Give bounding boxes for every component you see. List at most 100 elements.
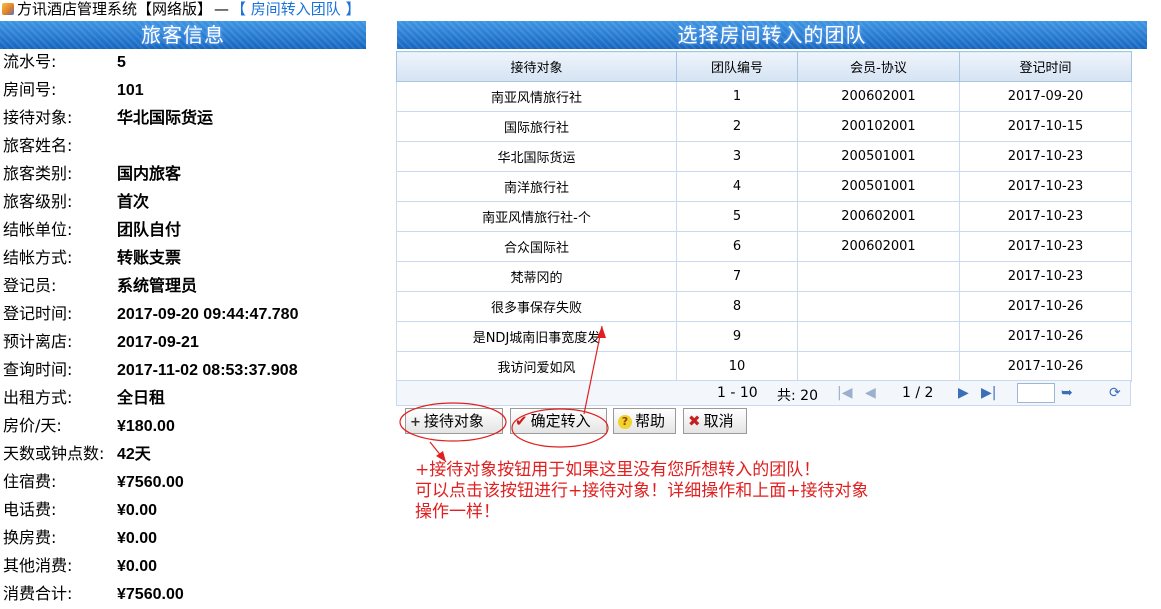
window-title-bar: 方讯酒店管理系统【网络版】 — 【 房间转入团队 】 <box>2 0 361 18</box>
table-row[interactable]: 国际旅行社 2 200102001 2017-10-15 <box>396 111 1132 142</box>
info-label: 旅客级别: <box>3 192 73 211</box>
cell-member: 200102001 <box>797 111 960 142</box>
add-reception-button[interactable]: + 接待对象 <box>405 408 503 434</box>
info-value: ¥0.00 <box>117 530 158 547</box>
cell-team-no: 2 <box>676 111 798 142</box>
info-value: ¥180.00 <box>117 418 175 435</box>
info-value: 全日租 <box>117 390 166 407</box>
info-label: 房间号: <box>3 80 57 99</box>
cell-reception: 很多事保存失败 <box>396 291 677 322</box>
help-label: 帮助 <box>635 412 666 430</box>
column-header-checkin[interactable]: 登记时间 <box>959 51 1132 82</box>
cell-member: 200602001 <box>797 81 960 112</box>
info-value: 华北国际货运 <box>117 110 214 127</box>
info-label: 流水号: <box>3 52 57 71</box>
column-header-member[interactable]: 会员-协议 <box>797 51 960 82</box>
cell-team-no: 10 <box>676 351 798 382</box>
info-row-room: 房间号: 101 <box>3 76 363 104</box>
pagination-bar: 1 - 10 共: 20 |◀ ◀ 1 / 2 ▶ ▶| ➥ ⟳ <box>396 380 1131 406</box>
info-value: 101 <box>117 82 144 99</box>
info-label: 结帐单位: <box>3 220 73 239</box>
table-row[interactable]: 我访问爱如风 10 2017-10-26 <box>396 351 1132 382</box>
first-page-icon[interactable]: |◀ <box>837 385 852 401</box>
cancel-label: 取消 <box>703 412 734 430</box>
confirm-transfer-button[interactable]: ✔ 确定转入 <box>510 408 607 434</box>
info-row-phone-fee: 电话费: ¥0.00 <box>3 496 363 524</box>
cell-reception: 合众国际社 <box>396 231 677 262</box>
cell-team-no: 5 <box>676 201 798 232</box>
info-row-rental-mode: 出租方式: 全日租 <box>3 384 363 412</box>
info-value: 系统管理员 <box>117 278 198 295</box>
go-arrow-icon[interactable]: ➥ <box>1061 385 1073 401</box>
breadcrumb: 【 房间转入团队 】 <box>231 0 361 18</box>
info-label: 登记时间: <box>3 304 73 323</box>
team-table: 接待对象 团队编号 会员-协议 登记时间 南亚风情旅行社 1 200602001 20… <box>396 51 1132 382</box>
info-label: 住宿费: <box>3 472 57 491</box>
cell-team-no: 1 <box>676 81 798 112</box>
info-row-checkin-time: 登记时间: 2017-09-20 09:44:47.780 <box>3 300 363 328</box>
table-row[interactable]: 南洋旅行社 4 200501001 2017-10-23 <box>396 171 1132 202</box>
table-row[interactable]: 南亚风情旅行社-个 5 200602001 2017-10-23 <box>396 201 1132 232</box>
info-row-billing-method: 结帐方式: 转账支票 <box>3 244 363 272</box>
table-row[interactable]: 南亚风情旅行社 1 200602001 2017-09-20 <box>396 81 1132 112</box>
refresh-icon[interactable]: ⟳ <box>1109 385 1121 401</box>
info-row-room-change-fee: 换房费: ¥0.00 <box>3 524 363 552</box>
table-row[interactable]: 很多事保存失败 8 2017-10-26 <box>396 291 1132 322</box>
info-value: 2017-11-02 08:53:37.908 <box>117 362 298 379</box>
table-row[interactable]: 华北国际货运 3 200501001 2017-10-23 <box>396 141 1132 172</box>
help-button[interactable]: ? 帮助 <box>613 408 676 434</box>
info-row-guest-type: 旅客类别: 国内旅客 <box>3 160 363 188</box>
info-label: 查询时间: <box>3 360 73 379</box>
cell-team-no: 7 <box>676 261 798 292</box>
cell-member: 200602001 <box>797 201 960 232</box>
app-logo-icon <box>2 3 14 15</box>
info-row-total: 消费合计: ¥7560.00 <box>3 580 363 608</box>
checkmark-icon: ✔ <box>515 412 528 430</box>
cell-team-no: 3 <box>676 141 798 172</box>
column-header-team-no[interactable]: 团队编号 <box>676 51 798 82</box>
cell-checkin: 2017-10-23 <box>959 201 1132 232</box>
info-label: 房价/天: <box>3 416 62 435</box>
annotation-note: +接待对象按钮用于如果这里没有您所想转入的团队！ 可以点击该按钮进行+接待对象！… <box>415 460 975 523</box>
info-label: 消费合计: <box>3 584 73 603</box>
info-row-clerk: 登记员: 系统管理员 <box>3 272 363 300</box>
title-separator: — <box>214 0 230 18</box>
add-reception-label: 接待对象 <box>423 412 484 430</box>
cell-checkin: 2017-10-23 <box>959 231 1132 262</box>
last-page-icon[interactable]: ▶| <box>981 385 996 401</box>
cell-checkin: 2017-10-23 <box>959 171 1132 202</box>
info-value: 国内旅客 <box>117 166 182 183</box>
info-label: 接待对象: <box>3 108 73 127</box>
prev-page-icon[interactable]: ◀ <box>865 385 876 401</box>
info-row-lodging-fee: 住宿费: ¥7560.00 <box>3 468 363 496</box>
info-row-daily-rate: 房价/天: ¥180.00 <box>3 412 363 440</box>
cell-reception: 我访问爱如风 <box>396 351 677 382</box>
pager-total: 共: 20 <box>777 388 818 404</box>
cancel-button[interactable]: ✖ 取消 <box>683 408 747 434</box>
info-value: 5 <box>117 54 126 71</box>
info-value: ¥0.00 <box>117 558 158 575</box>
table-row[interactable]: 梵蒂冈的 7 2017-10-23 <box>396 261 1132 292</box>
page-number-input[interactable] <box>1017 383 1055 403</box>
close-icon: ✖ <box>688 412 701 430</box>
info-label: 出租方式: <box>3 388 73 407</box>
info-row-query-time: 查询时间: 2017-11-02 08:53:37.908 <box>3 356 363 384</box>
cell-reception: 南洋旅行社 <box>396 171 677 202</box>
table-row[interactable]: 是NDJ城南旧事宽度发 9 2017-10-26 <box>396 321 1132 352</box>
info-value: ¥7560.00 <box>117 474 184 491</box>
cell-member <box>797 291 960 322</box>
info-label: 换房费: <box>3 528 57 547</box>
column-header-reception[interactable]: 接待对象 <box>396 51 677 82</box>
info-row-serial: 流水号: 5 <box>3 48 363 76</box>
app-title: 方讯酒店管理系统【网络版】 <box>17 0 213 18</box>
pager-range: 1 - 10 <box>717 385 758 401</box>
cell-checkin: 2017-10-23 <box>959 141 1132 172</box>
annotation-line: 可以点击该按钮进行+接待对象！详细操作和上面+接待对象 <box>415 481 869 501</box>
cell-checkin: 2017-10-26 <box>959 321 1132 352</box>
cell-team-no: 9 <box>676 321 798 352</box>
table-row[interactable]: 合众国际社 6 200602001 2017-10-23 <box>396 231 1132 262</box>
cell-member: 200602001 <box>797 231 960 262</box>
info-label: 登记员: <box>3 276 57 295</box>
info-value: 2017-09-21 <box>117 334 199 351</box>
next-page-icon[interactable]: ▶ <box>958 385 969 401</box>
